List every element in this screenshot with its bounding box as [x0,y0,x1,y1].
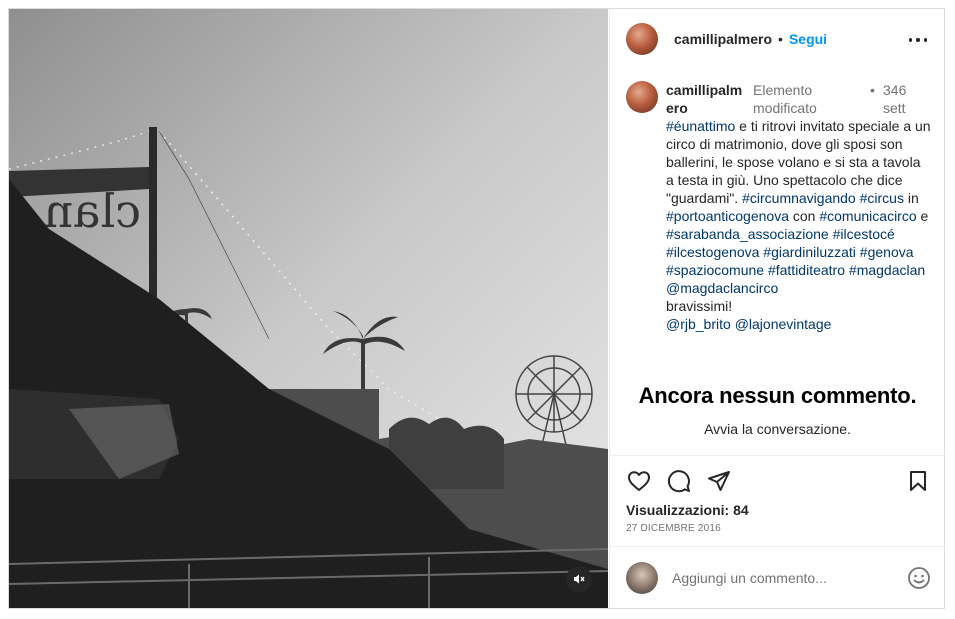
author-username[interactable]: camillipalmero [674,31,772,47]
post-side-panel: camillipalmero • Segui camillipalmero El… [609,9,945,608]
caption-link[interactable]: #fattiditeatro [768,262,845,278]
empty-comments-title: Ancora nessun commento. [638,383,917,408]
post-date[interactable]: 27 DICEMBRE 2016 [626,523,721,534]
comment-input[interactable]: Aggiungi un commento... [672,570,827,586]
share-button[interactable] [706,468,732,494]
empty-comments: Ancora nessun commento. Avvia la convers… [610,383,945,437]
caption-fragment: in [903,190,919,206]
mute-button[interactable] [566,566,592,592]
caption-link[interactable]: #portoanticogenova [666,208,789,224]
caption-link[interactable]: #ilcestogenova [666,244,759,260]
circus-photo: clan [9,9,608,608]
caption-link[interactable]: #comunicacirco [819,208,916,224]
save-button[interactable] [905,468,931,494]
paper-plane-icon [708,471,730,491]
action-bar [626,468,931,494]
caption-separator: • [870,82,875,98]
ellipsis-icon [909,38,913,42]
author-avatar[interactable] [626,23,658,55]
svg-text:clan: clan [43,184,141,238]
caption-link[interactable]: #magdaclan [849,262,925,278]
edited-label: Elemento modificato [753,82,817,116]
post-timestamp[interactable]: 346 sett [883,81,923,117]
caption-fragment: e [916,208,929,224]
caption-fragment: con [789,208,820,224]
comment-bubble-icon [667,470,690,493]
caption-link[interactable]: #sarabanda_associazione [666,226,829,242]
caption-author-avatar[interactable] [626,81,658,113]
views-count[interactable]: Visualizzazioni: 84 [626,502,749,518]
current-user-avatar [626,562,658,594]
more-options-button[interactable] [909,31,927,49]
caption-link[interactable]: #éunattimo [666,118,735,134]
like-button[interactable] [626,468,652,494]
bookmark-icon [910,471,926,491]
caption-username[interactable]: camillipalmero [666,81,746,117]
caption-link[interactable]: #ilcestocé [833,226,895,242]
smiley-icon [908,567,930,589]
separator-dot: • [778,31,783,47]
empty-comments-subtitle: Avvia la conversazione. [704,421,851,437]
post-media-video[interactable]: clan [9,9,608,608]
heart-icon [628,471,650,491]
ellipsis-dot [916,38,920,42]
caption-link[interactable]: #giardiniluzzati [763,244,856,260]
follow-button[interactable]: Segui [789,31,827,47]
caption-link[interactable]: #circumnavigando [742,190,856,206]
speaker-muted-icon [574,574,585,584]
caption-text: #éunattimo e ti ritrovi invitato special… [666,117,932,333]
comment-button[interactable] [666,468,692,494]
ellipsis-dot [923,38,927,42]
caption-link[interactable]: #spaziocomune [666,262,764,278]
divider [610,455,945,456]
caption-header: camillipalmero Elemento modificato • 346… [666,81,931,119]
emoji-button[interactable] [907,566,931,590]
caption-link[interactable]: @lajonevintage [735,316,832,332]
caption-fragment: bravissimi! [666,298,733,314]
caption-link[interactable]: #genova [860,244,914,260]
post-header: camillipalmero • Segui [610,9,945,69]
caption-link[interactable]: @magdaclancirco [666,280,778,296]
caption-link[interactable]: #circus [860,190,904,206]
caption-link[interactable]: @rjb_brito [666,316,731,332]
divider [610,546,945,547]
comment-composer: Aggiungi un commento... [626,562,931,594]
post-dialog: clan camillipalmero • Segui camillipalme… [8,8,945,609]
